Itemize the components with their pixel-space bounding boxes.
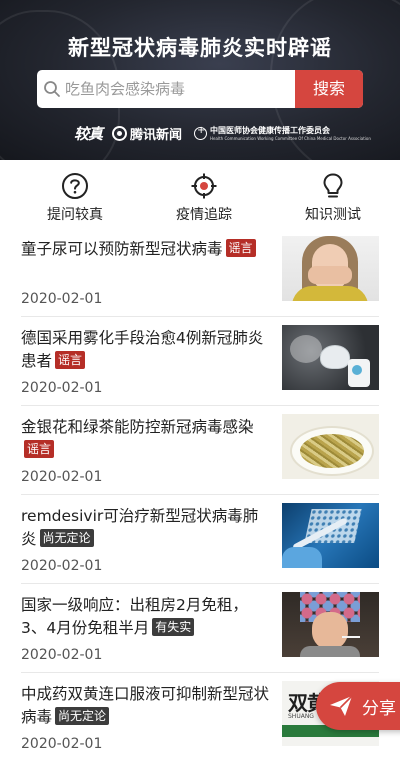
cma-name-en: Health Communication Working Committee O… <box>210 136 371 141</box>
tencent-news-label: 腾讯新闻 <box>130 127 183 143</box>
article-item[interactable]: remdesivir可治疗新型冠状病毒肺炎 尚无定论 2020-02-01 <box>0 495 400 584</box>
paper-plane-icon <box>330 695 353 716</box>
article-item[interactable]: 童子尿可以预防新型冠状病毒 谣言 2020-02-01 <box>0 228 400 317</box>
page-title: 新型冠状病毒肺炎实时辟谣 <box>68 36 332 60</box>
nav-item-ask[interactable]: 提问较真 <box>30 160 120 228</box>
target-icon <box>191 173 217 199</box>
nav-label: 提问较真 <box>47 207 103 223</box>
search-input[interactable] <box>65 70 293 108</box>
partner-logos: 较真 腾讯新闻 中国医师协会健康传播工作委员会 Health Communica… <box>74 122 371 144</box>
rumor-tag: 谣言 <box>24 440 55 458</box>
article-thumbnail <box>282 414 379 479</box>
unsettled-tag: 尚无定论 <box>55 707 110 725</box>
nav-item-quiz[interactable]: 知识测试 <box>288 160 378 228</box>
nav-item-tracking[interactable]: 疫情追踪 <box>159 160 249 228</box>
article-date: 2020-02-01 <box>21 469 103 485</box>
article-title: 金银花和绿茶能防控新冠病毒感染 <box>21 418 254 436</box>
cma-logo: 中国医师协会健康传播工作委员会 Health Communication Wor… <box>194 125 371 141</box>
article-thumbnail <box>282 236 379 301</box>
tencent-news-logo: 腾讯新闻 <box>112 124 182 143</box>
unsettled-tag: 尚无定论 <box>39 529 94 547</box>
article-headline: remdesivir可治疗新型冠状病毒肺炎 尚无定论 <box>21 505 271 551</box>
cma-icon <box>194 125 208 140</box>
article-headline: 中成药双黄连口服液可抑制新型冠状病毒 尚无定论 <box>21 683 271 729</box>
share-label: 分享 <box>362 698 396 719</box>
rumor-tag: 谣言 <box>225 239 256 257</box>
jiaozhen-logo: 较真 <box>74 124 103 143</box>
article-headline: 德国采用雾化手段治愈4例新冠肺炎患者 谣言 <box>21 327 271 373</box>
article-date: 2020-02-01 <box>21 380 103 396</box>
article-headline: 国家一级响应：出租房2月免租，3、4月份免租半月 有失实 <box>21 594 271 640</box>
tencent-news-icon <box>112 125 128 141</box>
article-date: 2020-02-01 <box>21 736 103 752</box>
nav-label: 疫情追踪 <box>176 207 232 223</box>
article-title: 国家一级响应：出租房2月免租，3、4月份免租半月 <box>21 596 248 637</box>
article-item[interactable]: 德国采用雾化手段治愈4例新冠肺炎患者 谣言 2020-02-01 <box>0 317 400 406</box>
search-icon <box>43 80 61 98</box>
search-button[interactable]: 搜索 <box>295 70 363 108</box>
share-button[interactable]: 分享 <box>316 682 400 730</box>
article-thumbnail <box>282 592 379 657</box>
article-thumbnail <box>282 503 379 568</box>
cma-name-cn: 中国医师协会健康传播工作委员会 <box>210 126 331 135</box>
article-thumbnail <box>282 325 379 390</box>
search-box: 搜索 <box>37 70 363 108</box>
article-item[interactable]: 国家一级响应：出租房2月免租，3、4月份免租半月 有失实 2020-02-01 <box>0 584 400 673</box>
article-item[interactable]: 金银花和绿茶能防控新冠病毒感染谣言 2020-02-01 <box>0 406 400 495</box>
article-headline: 金银花和绿茶能防控新冠病毒感染谣言 <box>21 416 271 462</box>
article-headline: 童子尿可以预防新型冠状病毒 谣言 <box>21 238 271 261</box>
article-date: 2020-02-01 <box>21 558 103 574</box>
feature-nav: 提问较真 疫情追踪 知识测试 <box>0 160 400 228</box>
nav-label: 知识测试 <box>305 207 361 223</box>
question-icon <box>62 173 88 199</box>
inaccurate-tag: 有失实 <box>152 618 195 636</box>
rumor-tag: 谣言 <box>55 351 86 369</box>
lightbulb-icon <box>323 173 343 198</box>
article-date: 2020-02-01 <box>21 647 103 663</box>
article-date: 2020-02-01 <box>21 291 103 307</box>
article-title: 童子尿可以预防新型冠状病毒 <box>21 240 223 258</box>
header-banner: 新型冠状病毒肺炎实时辟谣 搜索 较真 腾讯新闻 中国医师协会健康传播工作委员会 … <box>0 0 400 160</box>
